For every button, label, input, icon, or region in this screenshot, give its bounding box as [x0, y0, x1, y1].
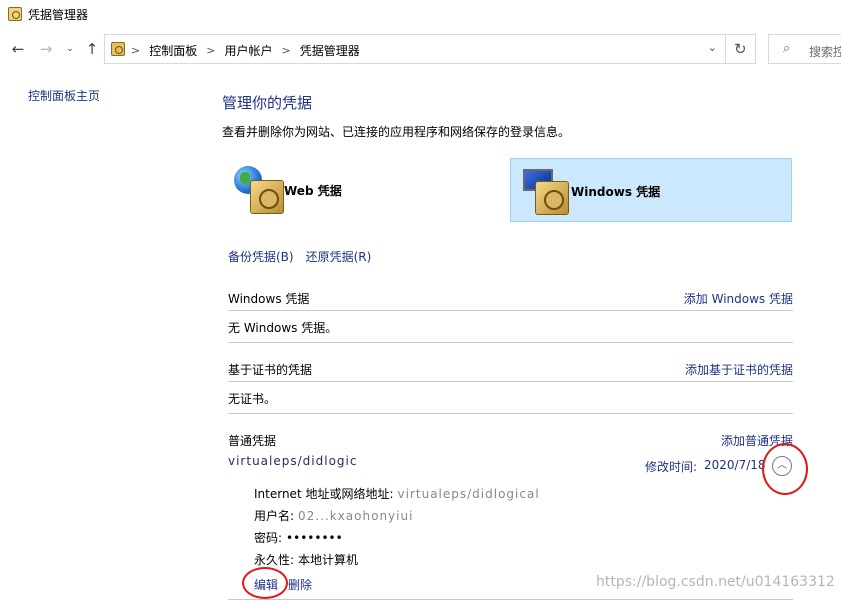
vault-icon: [250, 180, 284, 214]
add-windows-credential-link[interactable]: 添加 Windows 凭据: [684, 290, 793, 307]
detail-persistence: 永久性: 本地计算机: [254, 551, 358, 568]
modified-date: 2020/7/18: [704, 458, 766, 472]
navigation-bar: ← → ⌄ ↑ > 控制面板 > 用户帐户 > 凭据管理器 ⌄ ↻ ⌕ 搜索控: [0, 34, 841, 64]
refresh-icon: ↻: [734, 40, 747, 58]
credential-manager-icon: [111, 42, 125, 56]
certificate-credentials-section-header: 基于证书的凭据 添加基于证书的凭据: [228, 356, 793, 382]
section-title: Windows 凭据: [228, 292, 310, 306]
title-bar: 凭据管理器: [0, 0, 841, 30]
breadcrumb-user-accounts[interactable]: 用户帐户: [224, 42, 272, 59]
search-placeholder: 搜索控: [809, 45, 841, 59]
up-button[interactable]: ↑: [82, 38, 102, 60]
web-credentials-tab[interactable]: Web 凭据: [226, 158, 508, 222]
back-button[interactable]: ←: [8, 38, 28, 60]
windows-credentials-label: Windows 凭据: [571, 185, 661, 199]
password-label: 密码:: [254, 531, 283, 545]
persistence-value: 本地计算机: [298, 553, 359, 567]
backup-restore-links: 备份凭据(B) 还原凭据(R): [228, 248, 371, 265]
page-title: 管理你的凭据: [222, 94, 313, 112]
address-value: virtualeps/didlogical: [397, 487, 540, 501]
detail-username: 用户名: 02...kxaohonyiui: [254, 507, 413, 524]
add-certificate-credential-link[interactable]: 添加基于证书的凭据: [685, 361, 793, 378]
chevron-right-icon[interactable]: >: [281, 44, 290, 57]
certificate-credentials-section-body: 无证书。: [228, 382, 793, 414]
windows-credentials-section-body: 无 Windows 凭据。: [228, 311, 793, 343]
breadcrumb-credential-manager[interactable]: 凭据管理器: [300, 42, 360, 59]
search-icon: ⌕: [783, 41, 791, 56]
persistence-label: 永久性:: [254, 553, 295, 567]
detail-password: 密码: ••••••••: [254, 529, 343, 546]
divider: [228, 599, 793, 600]
username-label: 用户名:: [254, 509, 295, 523]
control-panel-home-link[interactable]: 控制面板主页: [28, 87, 100, 104]
section-title: 普通凭据: [228, 434, 277, 448]
search-input[interactable]: ⌕ 搜索控: [768, 34, 841, 64]
forward-button[interactable]: →: [36, 38, 56, 60]
password-value: ••••••••: [286, 531, 343, 545]
windows-credentials-section-header: Windows 凭据 添加 Windows 凭据: [228, 285, 793, 311]
address-bar[interactable]: > 控制面板 > 用户帐户 > 凭据管理器 ⌄: [104, 34, 726, 64]
empty-message: 无证书。: [228, 392, 277, 406]
modified-label: 修改时间:: [645, 460, 698, 474]
windows-credentials-tab[interactable]: Windows 凭据: [510, 158, 792, 222]
chevron-right-icon[interactable]: >: [131, 44, 140, 57]
breadcrumb-control-panel[interactable]: 控制面板: [149, 42, 197, 59]
annotation-circle: [762, 443, 808, 495]
credential-name: virtualeps/didlogical: [228, 454, 358, 468]
address-label: Internet 地址或网络地址:: [254, 487, 394, 501]
web-credentials-label: Web 凭据: [284, 184, 342, 198]
breadcrumb: > 控制面板 > 用户帐户 > 凭据管理器: [131, 42, 360, 59]
recent-locations-button[interactable]: ⌄: [60, 38, 80, 60]
username-value: 02...kxaohonyiui: [298, 509, 414, 523]
vault-icon: [535, 181, 569, 215]
credential-row[interactable]: virtualeps/didlogical 修改时间: 2020/7/18 ︿: [228, 450, 793, 478]
restore-credentials-link[interactable]: 还原凭据(R): [306, 248, 372, 265]
chevron-right-icon[interactable]: >: [206, 44, 215, 57]
delete-link[interactable]: 删除: [288, 576, 312, 593]
watermark: https://blog.csdn.net/u014163312: [596, 574, 835, 590]
refresh-button[interactable]: ↻: [726, 34, 756, 64]
detail-address: Internet 地址或网络地址: virtualeps/didlogical: [254, 485, 540, 502]
section-title: 基于证书的凭据: [228, 363, 313, 377]
credential-manager-icon: [8, 7, 22, 21]
backup-credentials-link[interactable]: 备份凭据(B): [228, 248, 294, 265]
window-title: 凭据管理器: [28, 8, 89, 22]
empty-message: 无 Windows 凭据。: [228, 321, 338, 335]
page-description: 查看并删除你为网站、已连接的应用程序和网络保存的登录信息。: [222, 125, 571, 139]
chevron-down-icon[interactable]: ⌄: [708, 41, 717, 54]
annotation-circle: [242, 567, 288, 599]
